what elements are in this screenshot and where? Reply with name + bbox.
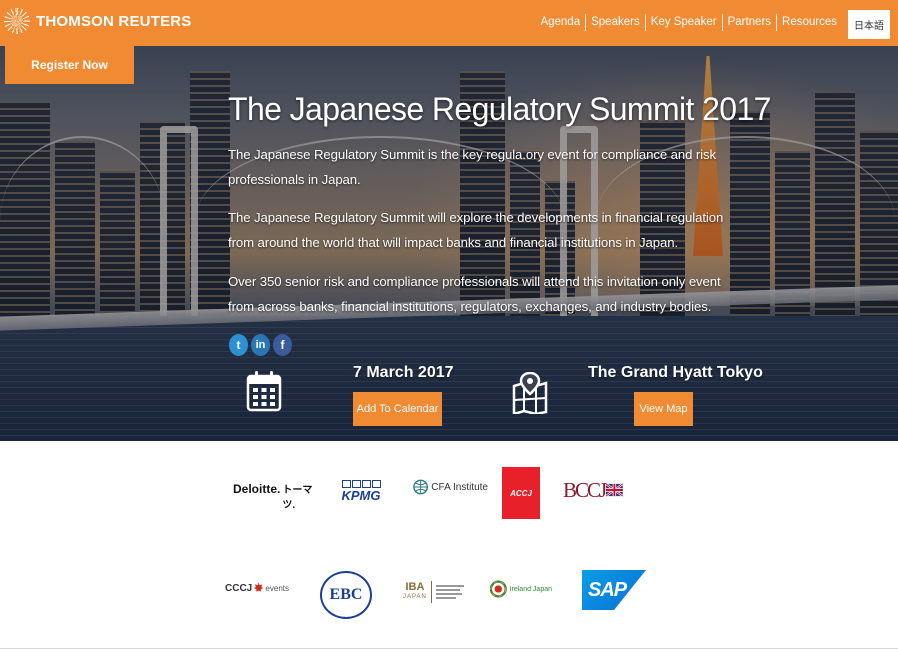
event-venue: The Grand Hyatt Tokyo [588, 364, 763, 381]
ebc-text: EBC [329, 586, 363, 603]
deloitte-logo[interactable]: Deloitte. トーマツ. [233, 481, 313, 511]
cccj-logo[interactable]: CCCJ events [225, 575, 289, 601]
ireland-japan-text: Ireland Japan [509, 585, 552, 593]
bccj-logo[interactable]: BCCJ [563, 470, 623, 510]
calendar-icon [246, 371, 282, 412]
top-navigation-bar: THOMSON REUTERS Agenda Speakers Key Spea… [0, 0, 898, 46]
accj-logo[interactable]: ACCJ [502, 467, 540, 519]
cfa-text: CFA Institute [431, 481, 488, 493]
nav-item-partners[interactable]: Partners [721, 14, 776, 31]
sap-logo[interactable]: SAP [582, 570, 646, 610]
language-toggle-button[interactable]: 日本語 [848, 10, 890, 39]
cccj-text: CCCJ [225, 582, 253, 594]
sponsors-section: Deloitte. トーマツ. KPMG CFA Institute ACCJ … [0, 441, 898, 652]
ebc-logo[interactable]: EBC [320, 571, 372, 619]
facebook-icon[interactable]: f [273, 334, 292, 356]
intro-paragraph: The Japanese Regulatory Summit is the ke… [228, 147, 717, 187]
nav-item-key-speaker[interactable]: Key Speaker [644, 14, 722, 31]
thomson-reuters-emblem-icon [4, 8, 30, 34]
nav-item-speakers[interactable]: Speakers [585, 14, 645, 31]
cfa-globe-icon [413, 479, 429, 495]
nav-item-agenda[interactable]: Agenda [535, 14, 585, 31]
cccj-events-text: events [265, 583, 289, 593]
thomson-reuters-logo[interactable]: THOMSON REUTERS [4, 8, 192, 34]
iba-japan-text: JAPAN [403, 594, 427, 600]
iba-divider [430, 581, 432, 603]
maple-leaf-icon [254, 582, 264, 592]
ireland-japan-chamber-logo[interactable]: Ireland Japan [490, 576, 552, 602]
fine-print-line [435, 597, 456, 599]
deloitte-text: Deloitte. [233, 482, 281, 496]
kpmg-text: KPMG [341, 488, 381, 503]
bccj-text: BCCJ [563, 477, 607, 502]
accj-text: ACCJ [510, 488, 532, 498]
map-location-icon [512, 372, 548, 414]
union-jack-icon [606, 482, 623, 498]
twitter-icon[interactable]: t [229, 334, 248, 356]
fine-print-line [435, 589, 460, 591]
attendance-paragraph: Over 350 senior risk and compliance prof… [228, 274, 721, 314]
kpmg-box [371, 480, 381, 488]
iba-text: IBA [405, 581, 425, 593]
fine-print-line [435, 593, 462, 595]
iba-japan-logo[interactable]: IBA JAPAN [403, 579, 465, 605]
event-date: 7 March 2017 [353, 364, 454, 381]
main-nav: Agenda Speakers Key Speaker Partners Res… [535, 14, 842, 31]
sap-text: SAP [588, 578, 627, 601]
view-map-button[interactable]: View Map [634, 392, 693, 426]
kpmg-box [351, 480, 361, 488]
kpmg-boxes [341, 480, 381, 488]
kpmg-box [361, 480, 371, 488]
iba-fine-print [435, 585, 464, 599]
page-title: The Japanese Regulatory Summit 2017 [228, 91, 771, 127]
section-divider [0, 648, 898, 649]
fine-print-line [435, 585, 464, 587]
brand-name: THOMSON REUTERS [36, 12, 192, 30]
ireland-japan-emblem-icon [490, 580, 507, 598]
register-now-button[interactable]: Register Now [5, 46, 134, 84]
regulation-paragraph: The Japanese Regulatory Summit will expl… [228, 210, 724, 250]
cfa-institute-logo[interactable]: CFA Institute [413, 476, 488, 498]
nav-item-resources[interactable]: Resources [776, 14, 842, 31]
kpmg-box [341, 480, 351, 488]
tohmatsu-text: トーマツ. [282, 485, 313, 511]
social-links: t in f [229, 334, 292, 356]
kpmg-logo[interactable]: KPMG [340, 477, 382, 505]
add-to-calendar-button[interactable]: Add To Calendar [353, 392, 442, 426]
linkedin-icon[interactable]: in [251, 334, 270, 356]
iba-wordmark: IBA JAPAN [403, 582, 427, 602]
